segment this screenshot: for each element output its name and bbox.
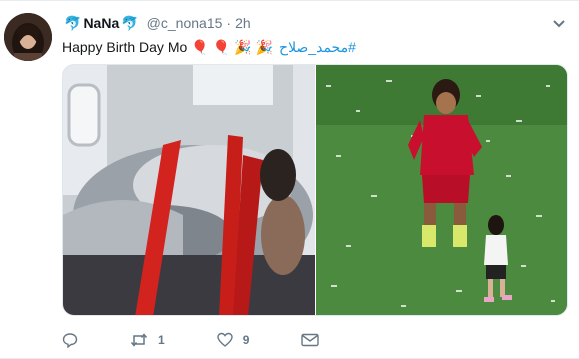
trophy-photo-image [63, 65, 315, 315]
media-grid [62, 64, 568, 316]
photo-celebration[interactable] [316, 65, 567, 315]
chevron-down-icon[interactable] [552, 19, 566, 29]
separator-dot: · [226, 15, 232, 31]
reply-icon [62, 333, 78, 348]
balloon-icon: 🎈 [212, 38, 231, 55]
display-name[interactable]: NaNa [83, 15, 119, 31]
tweet-timestamp[interactable]: 2h [235, 15, 251, 31]
tweet-text-body: Happy Birth Day Mo [62, 39, 188, 55]
tweet-actions: 1 9 [62, 331, 371, 349]
tweet[interactable]: 🐬 NaNa 🐬 @c_nona15 · 2h Happy Birth Day … [0, 0, 579, 359]
tweet-text: Happy Birth Day Mo 🎈 🎈 🎉 🎉 #محمد_صلاح [62, 36, 562, 58]
like-count: 9 [242, 333, 250, 347]
dolphin-icon: 🐬 [121, 14, 139, 31]
party-popper-icon: 🎉 [255, 38, 274, 55]
avatar[interactable] [4, 13, 52, 61]
dolphin-icon: 🐬 [64, 14, 82, 31]
hashtag-link[interactable]: #محمد_صلاح [279, 39, 356, 56]
retweet-count: 1 [158, 333, 165, 347]
avatar-image [4, 13, 52, 61]
tweet-header: 🐬 NaNa 🐬 @c_nona15 · 2h [62, 13, 251, 33]
retweet-button[interactable]: 1 [130, 332, 165, 348]
party-popper-icon: 🎉 [234, 38, 252, 55]
reply-button[interactable] [62, 332, 78, 348]
user-handle[interactable]: @c_nona15 [147, 15, 223, 31]
heart-icon [216, 332, 233, 347]
direct-message-button[interactable] [301, 333, 320, 347]
photo-trophy[interactable] [63, 65, 315, 315]
like-button[interactable]: 9 [216, 332, 250, 348]
envelope-icon [301, 333, 320, 347]
balloon-icon: 🎈 [191, 38, 209, 55]
retweet-icon [130, 333, 148, 347]
celebration-photo-image [316, 65, 567, 315]
